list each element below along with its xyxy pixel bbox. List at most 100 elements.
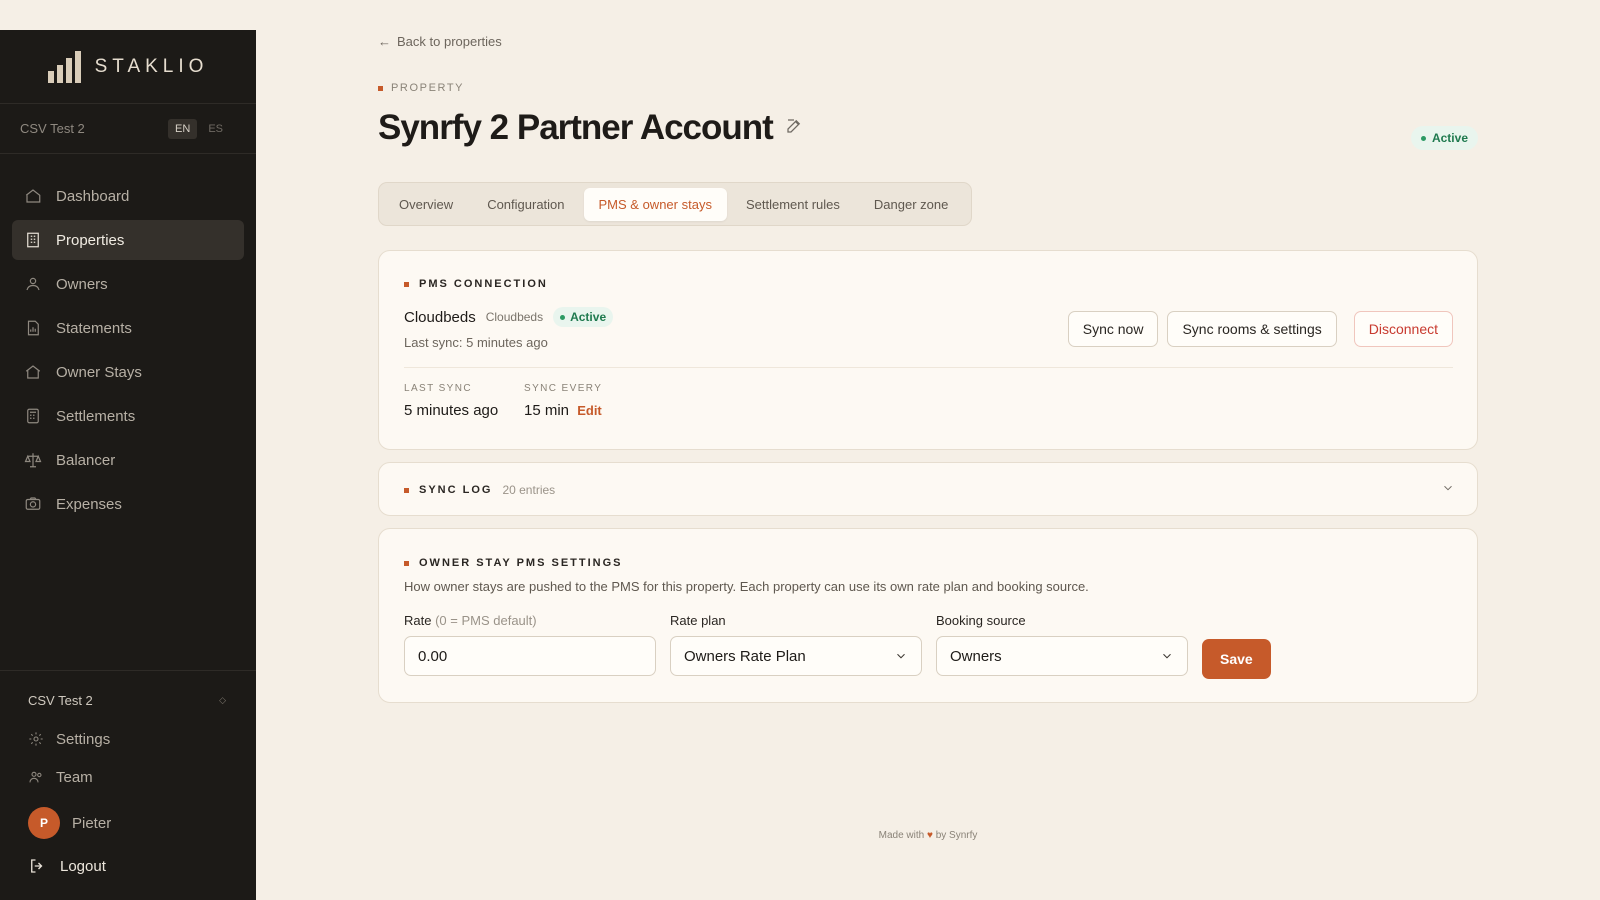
rate-hint: (0 = PMS default): [435, 613, 537, 628]
owners-icon: [26, 277, 40, 291]
house-icon: [25, 365, 41, 379]
sync-log-card[interactable]: SYNC LOG 20 entries: [378, 462, 1478, 516]
chevron-down-icon: [1163, 653, 1171, 659]
footer-post: by Synrfy: [935, 830, 978, 841]
calculator-icon: [27, 408, 39, 424]
gear-icon: [29, 732, 43, 746]
field-label: Rate (0 = PMS default): [404, 613, 656, 628]
brand-name: STAKLIO: [94, 55, 209, 77]
logo-icon: [47, 50, 81, 83]
tab-pms-owner-stays[interactable]: PMS & owner stays: [583, 187, 727, 221]
edit-interval-link[interactable]: Edit: [577, 403, 602, 418]
rate-label: Rate: [404, 613, 432, 628]
booking-source-select[interactable]: Owners: [936, 636, 1188, 676]
status-label: Active: [1431, 131, 1468, 145]
user-name: Pieter: [72, 814, 112, 832]
org-switcher[interactable]: CSV Test 2 ◇: [0, 671, 256, 708]
scale-icon: [24, 453, 42, 468]
arrow-left-icon: ←: [378, 34, 391, 49]
tab-danger-zone[interactable]: Danger zone: [859, 188, 963, 221]
sidebar-item-label: Owner Stays: [56, 363, 142, 381]
sidebar-item-team[interactable]: Team: [0, 758, 256, 796]
sidebar-item-expenses[interactable]: Expenses: [12, 484, 244, 524]
booking-source-field: Booking source Owners: [936, 613, 1188, 676]
language-switch: EN ES: [168, 118, 230, 139]
chevron-updown-icon: ◇: [219, 695, 226, 705]
status-dot: [1420, 135, 1426, 141]
card-heading-label: OWNER STAY PMS SETTINGS: [419, 557, 623, 569]
owner-stay-settings-card: OWNER STAY PMS SETTINGS How owner stays …: [378, 528, 1478, 703]
sync-now-button[interactable]: Sync now: [1067, 311, 1159, 347]
last-sync-stat: LAST SYNC 5 minutes ago: [404, 383, 498, 419]
sidebar-item-owner-stays[interactable]: Owner Stays: [12, 352, 244, 392]
page-eyebrow: PROPERTY: [378, 82, 464, 94]
accent-square: [378, 85, 383, 91]
stat-value-row: 15 min Edit: [524, 402, 602, 419]
rate-field: Rate (0 = PMS default) 0.00: [404, 613, 656, 676]
main-nav: Dashboard Properties Owners Statements O…: [0, 154, 256, 524]
booking-source-value: Owners: [950, 647, 1002, 665]
footer: Made with ♥ by Synrfy: [378, 830, 1478, 841]
pms-name-row: Cloudbeds Cloudbeds Active: [404, 307, 614, 327]
user-profile[interactable]: P Pieter: [0, 800, 256, 846]
tab-settlement-rules[interactable]: Settlement rules: [731, 188, 855, 221]
org-name: CSV Test 2: [20, 121, 85, 136]
rate-input[interactable]: 0.00: [404, 636, 656, 676]
sidebar-item-label: Settings: [56, 730, 111, 748]
pms-provider: Cloudbeds: [485, 310, 544, 324]
tab-overview[interactable]: Overview: [384, 188, 468, 221]
sidebar-item-label: Team: [56, 768, 93, 786]
sidebar-item-dashboard[interactable]: Dashboard: [12, 176, 244, 216]
booking-source-label: Booking source: [936, 613, 1026, 628]
edit-title-button[interactable]: [785, 117, 803, 140]
stat-label: LAST SYNC: [404, 383, 472, 394]
accent-square: [404, 281, 409, 287]
sidebar-item-balancer[interactable]: Balancer: [12, 440, 244, 480]
camera-icon: [25, 497, 41, 510]
pms-status-badge: Active: [553, 307, 614, 327]
pms-name: Cloudbeds: [404, 308, 476, 326]
heart-icon: ♥: [926, 830, 933, 841]
sidebar-item-properties[interactable]: Properties: [12, 220, 244, 260]
sidebar-item-label: Properties: [56, 231, 125, 249]
back-link-label: Back to properties: [397, 34, 502, 49]
sidebar-item-label: Settlements: [56, 407, 136, 425]
main-content: ← Back to properties PROPERTY Synrfy 2 P…: [378, 0, 1478, 900]
pms-status-label: Active: [570, 310, 607, 324]
sidebar-item-settings[interactable]: Settings: [0, 720, 256, 758]
title-row: Synrfy 2 Partner Account: [378, 108, 803, 148]
expand-toggle[interactable]: [1441, 481, 1455, 500]
lang-es-button[interactable]: ES: [201, 119, 230, 139]
building-icon: [27, 232, 39, 248]
pms-actions: Sync now Sync rooms & settings Disconnec…: [1067, 311, 1453, 347]
accent-square: [404, 487, 409, 493]
org-switcher-label: CSV Test 2: [28, 693, 93, 708]
team-icon: [29, 771, 42, 783]
status-dot: [560, 314, 566, 320]
sidebar-item-statements[interactable]: Statements: [12, 308, 244, 348]
lang-en-button[interactable]: EN: [168, 118, 198, 139]
card-heading: SYNC LOG 20 entries: [404, 483, 555, 497]
stat-value: 15 min: [524, 402, 570, 419]
rate-plan-value: Owners Rate Plan: [684, 647, 806, 665]
sync-rooms-button[interactable]: Sync rooms & settings: [1167, 311, 1337, 347]
sidebar-item-label: Owners: [56, 275, 108, 293]
sidebar-item-settlements[interactable]: Settlements: [12, 396, 244, 436]
card-heading: OWNER STAY PMS SETTINGS: [404, 557, 623, 569]
chevron-down-icon: [1444, 485, 1452, 491]
brand[interactable]: STAKLIO: [0, 30, 256, 104]
card-description: How owner stays are pushed to the PMS fo…: [404, 579, 1089, 594]
save-button[interactable]: Save: [1202, 639, 1271, 679]
back-link[interactable]: ← Back to properties: [378, 34, 502, 49]
footer-pre: Made with: [878, 830, 925, 841]
rate-plan-select[interactable]: Owners Rate Plan: [670, 636, 922, 676]
eyebrow-label: PROPERTY: [391, 82, 465, 94]
statement-icon: [27, 320, 39, 336]
stat-label: SYNC EVERY: [524, 383, 603, 394]
last-sync-text: Last sync: 5 minutes ago: [404, 335, 548, 350]
disconnect-button[interactable]: Disconnect: [1353, 311, 1453, 347]
tab-configuration[interactable]: Configuration: [472, 188, 579, 221]
sidebar: STAKLIO CSV Test 2 EN ES Dashboard Prope…: [0, 30, 256, 900]
logout-button[interactable]: Logout: [0, 846, 256, 886]
sidebar-item-owners[interactable]: Owners: [12, 264, 244, 304]
